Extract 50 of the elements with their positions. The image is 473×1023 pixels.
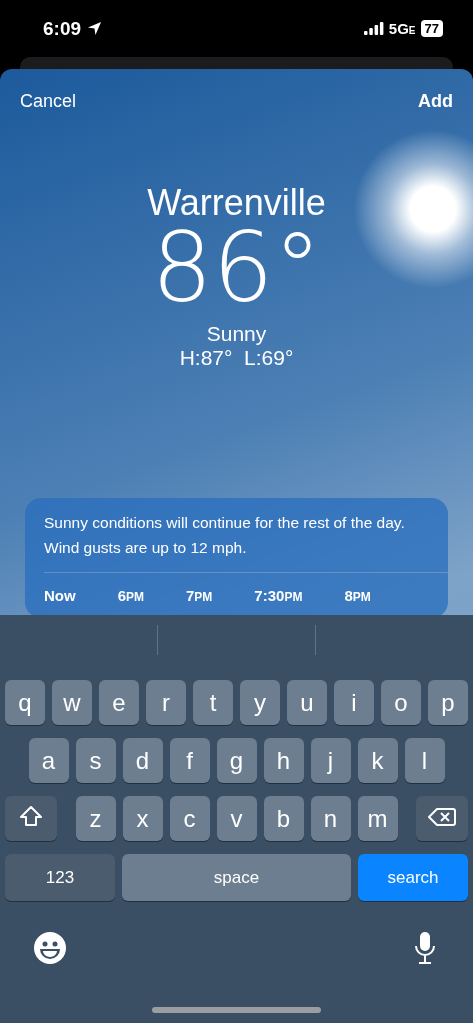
hour-label: 8PM — [344, 587, 371, 604]
keyboard-key[interactable]: d — [122, 738, 163, 783]
battery-indicator: 77 — [420, 20, 443, 37]
add-button[interactable]: Add — [418, 91, 453, 112]
keyboard-key[interactable]: t — [193, 680, 233, 725]
keyboard-key[interactable]: s — [75, 738, 116, 783]
keyboard-key[interactable]: n — [310, 796, 351, 841]
keyboard-key[interactable]: b — [263, 796, 304, 841]
numbers-key[interactable]: 123 — [5, 854, 115, 901]
keyboard-key[interactable]: i — [334, 680, 374, 725]
keyboard-key[interactable]: o — [381, 680, 421, 725]
emoji-icon[interactable] — [34, 932, 66, 964]
cancel-button[interactable]: Cancel — [20, 91, 77, 112]
keyboard-key[interactable]: h — [263, 738, 304, 783]
keyboard-key[interactable]: u — [287, 680, 327, 725]
keyboard-key[interactable]: j — [310, 738, 351, 783]
forecast-summary: Sunny conditions will continue for the rest of the day. Wind gusts are up to 12 mph. — [44, 513, 406, 558]
keyboard-key[interactable]: g — [216, 738, 257, 783]
delete-icon — [428, 806, 456, 827]
keyboard-key[interactable]: q — [5, 680, 45, 725]
keyboard-key[interactable]: l — [404, 738, 445, 783]
keyboard-key[interactable]: x — [122, 796, 163, 841]
keyboard-key[interactable]: m — [357, 796, 398, 841]
keyboard-key[interactable]: y — [240, 680, 280, 725]
clock: 6:09 — [43, 17, 103, 40]
keyboard-key[interactable]: f — [169, 738, 210, 783]
high-low-temperature: H:87° L:69° — [179, 346, 294, 370]
condition: Sunny — [206, 322, 267, 346]
hour-label: 6PM — [117, 587, 144, 604]
shift-icon — [19, 804, 43, 827]
location-arrow-icon — [87, 21, 103, 36]
hour-label: 7PM — [186, 587, 213, 604]
space-key[interactable]: space — [122, 854, 351, 901]
microphone-icon[interactable] — [413, 931, 437, 965]
keyboard-key[interactable]: k — [357, 738, 398, 783]
shift-key[interactable] — [5, 796, 57, 841]
hour-label: Now — [44, 587, 76, 604]
keyboard-key[interactable]: e — [99, 680, 139, 725]
keyboard-key[interactable]: w — [52, 680, 92, 725]
keyboard-key[interactable]: r — [146, 680, 186, 725]
keyboard-key[interactable]: c — [169, 796, 210, 841]
signal-icon — [363, 22, 384, 35]
keyboard-key[interactable]: a — [28, 738, 69, 783]
network-label: 5GE — [388, 20, 416, 37]
keyboard-key[interactable]: v — [216, 796, 257, 841]
hour-label: 7:30PM — [254, 587, 303, 604]
keyboard-key[interactable]: p — [428, 680, 468, 725]
keyboard-key[interactable]: z — [75, 796, 116, 841]
delete-key[interactable] — [416, 796, 468, 841]
search-key[interactable]: search — [358, 854, 468, 901]
